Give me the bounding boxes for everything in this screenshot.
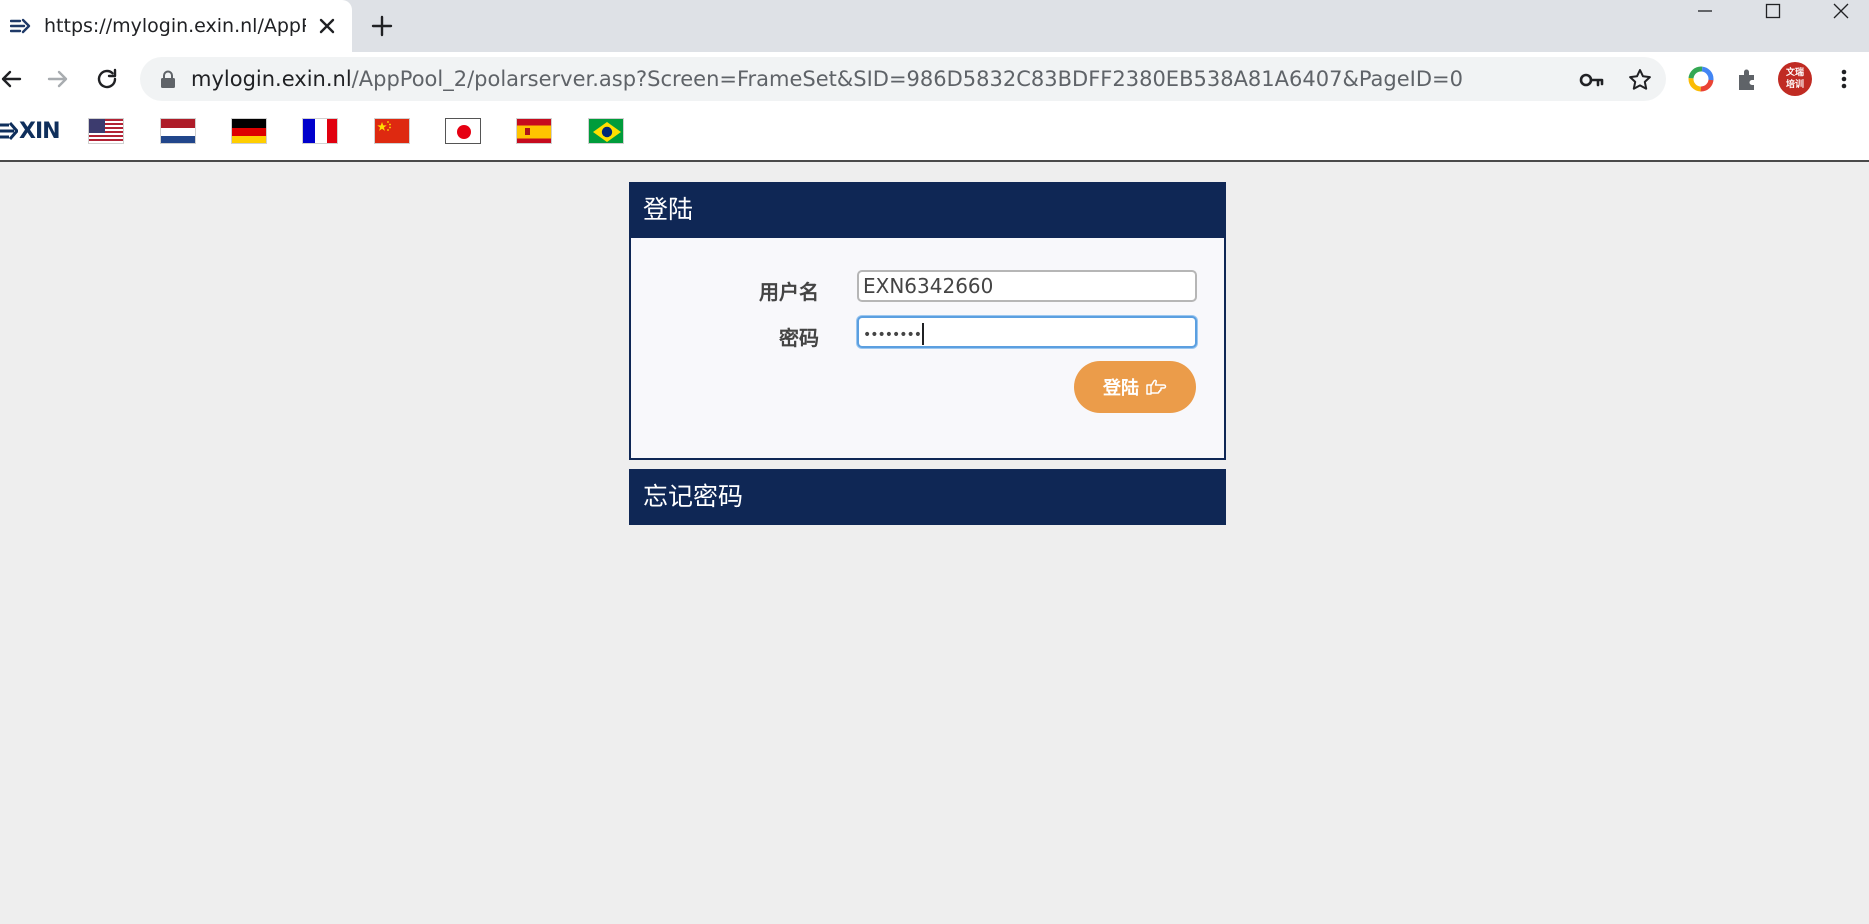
password-label: 密码 (779, 326, 819, 350)
extensions-puzzle-icon[interactable] (1733, 64, 1763, 94)
pointing-hand-icon (1146, 379, 1167, 395)
bookmark-star-icon[interactable] (1627, 67, 1653, 93)
password-field[interactable]: •••••••• (857, 316, 1197, 348)
profile-avatar[interactable]: 文瑞 培训 (1778, 62, 1812, 96)
netherlands-flag[interactable] (160, 118, 196, 144)
brazil-flag-icon (589, 119, 623, 143)
japan-flag[interactable] (445, 118, 481, 144)
lock-icon[interactable] (160, 70, 176, 88)
france-flag[interactable] (302, 118, 338, 144)
back-arrow-icon[interactable] (0, 64, 26, 94)
spain-flag[interactable] (516, 118, 552, 144)
forward-arrow-icon[interactable] (43, 64, 73, 94)
browser-toolbar: mylogin.exin.nl/AppPool_2/polarserver.as… (0, 52, 1869, 106)
germany-flag-icon (232, 119, 266, 143)
exin-logo-mark-icon (0, 122, 18, 140)
netherlands-flag-icon (161, 119, 195, 143)
login-title: 登陆 (643, 195, 694, 224)
username-field[interactable]: EXN6342660 (857, 270, 1197, 302)
us-flag-icon (89, 119, 123, 143)
tab-title: https://mylogin.exin.nl/AppPool_2/polars… (44, 15, 306, 37)
more-menu-icon[interactable] (1832, 64, 1856, 94)
close-window-icon (1833, 3, 1849, 19)
france-flag-icon (303, 119, 337, 143)
site-header: XIN (0, 106, 1869, 162)
username-label: 用户名 (759, 280, 819, 304)
exin-logo[interactable]: XIN (0, 116, 61, 146)
forgot-password-header[interactable]: 忘记密码 (629, 469, 1226, 525)
germany-flag[interactable] (231, 118, 267, 144)
text-caret (922, 322, 925, 345)
browser-tab-strip: https://mylogin.exin.nl/AppPool_2/polars… (0, 0, 1869, 52)
login-form: 用户名 EXN6342660 密码 •••••••• 登陆 (629, 238, 1226, 460)
browser-tab[interactable]: https://mylogin.exin.nl/AppPool_2/polars… (0, 0, 352, 52)
us-flag[interactable] (88, 118, 124, 144)
url-host: mylogin.exin.nl (191, 67, 352, 91)
spain-flag-icon (517, 119, 551, 143)
forgot-password-title: 忘记密码 (643, 482, 744, 511)
url-path: /AppPool_2/polarserver.asp?Screen=FrameS… (351, 67, 1464, 91)
reload-icon[interactable] (92, 64, 122, 94)
key-icon[interactable] (1578, 67, 1604, 93)
brazil-flag[interactable] (588, 118, 624, 144)
logo-text: XIN (19, 118, 61, 144)
china-flag-icon (375, 119, 409, 143)
tab-close-icon[interactable] (314, 13, 340, 39)
password-value: •••••••• (863, 327, 922, 343)
minimize-window-button[interactable] (1677, 0, 1733, 24)
color-extension-icon[interactable] (1686, 64, 1716, 94)
japan-flag-icon (446, 119, 480, 143)
minimize-icon (1698, 10, 1712, 12)
maximize-icon (1765, 3, 1781, 19)
tab-favicon-icon (10, 18, 31, 34)
close-window-button[interactable] (1813, 0, 1869, 24)
maximize-window-button[interactable] (1745, 0, 1801, 24)
url-text[interactable]: mylogin.exin.nl/AppPool_2/polarserver.as… (191, 67, 1463, 91)
address-bar[interactable]: mylogin.exin.nl/AppPool_2/polarserver.as… (140, 57, 1666, 101)
login-button[interactable]: 登陆 (1074, 361, 1196, 413)
avatar-initials: 文瑞 培训 (1785, 68, 1804, 90)
china-flag[interactable] (374, 118, 410, 144)
new-tab-icon[interactable] (368, 12, 396, 40)
login-button-label: 登陆 (1103, 378, 1139, 398)
login-panel-header: 登陆 (629, 182, 1226, 238)
username-value: EXN6342660 (863, 274, 994, 298)
